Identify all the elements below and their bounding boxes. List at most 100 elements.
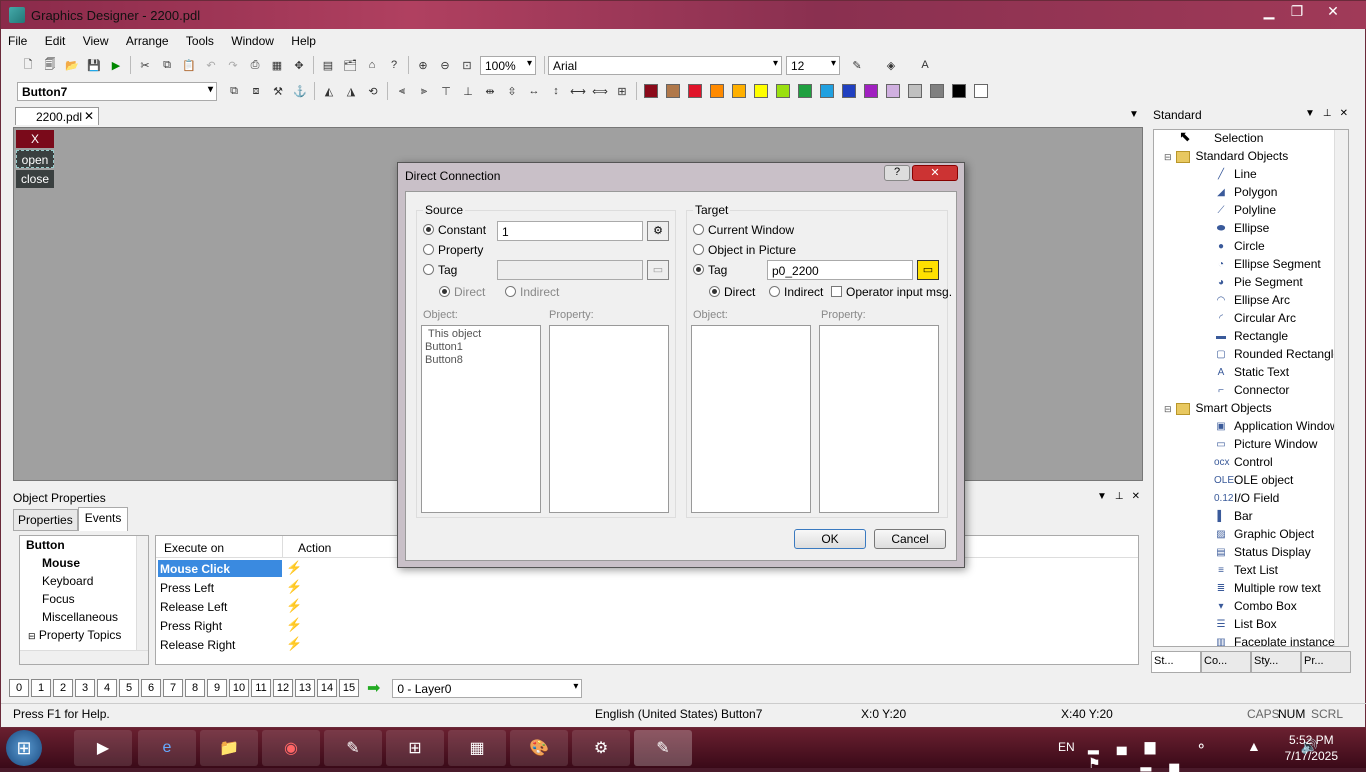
target-object-list[interactable] xyxy=(691,325,811,513)
collapse-icon[interactable]: ⊟ xyxy=(28,631,36,641)
new-icon[interactable]: 🗋 xyxy=(19,56,37,74)
tree-hscrollbar[interactable] xyxy=(20,650,148,664)
source-direct-radio[interactable]: Direct xyxy=(439,285,485,299)
media-player-icon[interactable]: ▶ xyxy=(74,730,132,766)
zoom-combo[interactable]: 100% xyxy=(480,55,536,75)
list-item[interactable]: A Static Text xyxy=(1214,365,1289,383)
list-item[interactable]: ⬬ Ellipse xyxy=(1214,221,1270,239)
font-color-icon[interactable]: A xyxy=(916,56,934,74)
palette-swatch[interactable] xyxy=(952,84,966,98)
cut-icon[interactable]: ✂ xyxy=(136,56,154,74)
dialog-help-button[interactable]: ? xyxy=(884,165,910,181)
snap-icon[interactable]: ✥ xyxy=(290,56,308,74)
dialog-close-button[interactable]: ✕ xyxy=(912,165,958,181)
source-constant-radio[interactable]: Constant xyxy=(423,223,486,237)
palette-swatch[interactable] xyxy=(820,84,834,98)
properties-icon[interactable]: ⌂ xyxy=(363,56,381,74)
align-top-icon[interactable]: ⊤ xyxy=(437,82,455,100)
layer-button[interactable]: 0 xyxy=(9,679,29,697)
close-tab-icon[interactable]: ✕ xyxy=(84,109,94,123)
layer-button[interactable]: 12 xyxy=(273,679,293,697)
list-item[interactable]: Button1 xyxy=(425,341,537,354)
layer-button[interactable]: 3 xyxy=(75,679,95,697)
layer-button[interactable]: 13 xyxy=(295,679,315,697)
tree-keyboard[interactable]: Keyboard xyxy=(42,574,93,588)
menu-help[interactable]: Help xyxy=(284,31,323,51)
tab-pr[interactable]: Pr... xyxy=(1301,651,1351,673)
layer-button[interactable]: 4 xyxy=(97,679,117,697)
list-item[interactable]: ⊟ Smart Objects xyxy=(1164,401,1272,419)
grid-icon[interactable]: ▦ xyxy=(268,56,286,74)
mirror-h-icon[interactable]: ◭ xyxy=(320,82,338,100)
palette-swatch[interactable] xyxy=(842,84,856,98)
font-combo[interactable]: Arial xyxy=(548,55,782,75)
constant-input[interactable]: 1 xyxy=(497,221,643,241)
list-item[interactable]: ◠ Ellipse Arc xyxy=(1214,293,1290,311)
palette-swatch[interactable] xyxy=(754,84,768,98)
wand-icon[interactable]: ⚒ xyxy=(269,82,287,100)
start-button[interactable]: ⊞ xyxy=(6,730,42,766)
constant-browse-button[interactable]: ⚙ xyxy=(647,221,669,241)
align-bottom-icon[interactable]: ⊥ xyxy=(459,82,477,100)
tree-property-topics[interactable]: ⊟ Property Topics xyxy=(28,628,121,642)
object-selector-combo[interactable]: Button7 xyxy=(17,81,217,101)
tab-standard[interactable]: St... xyxy=(1151,651,1201,673)
table-row[interactable]: Press Left ⚡ xyxy=(156,579,1138,597)
source-property-radio[interactable]: Property xyxy=(423,243,483,257)
palette-swatch[interactable] xyxy=(864,84,878,98)
layer-button[interactable]: 7 xyxy=(163,679,183,697)
list-item[interactable]: ▭ Picture Window xyxy=(1214,437,1317,455)
run-icon[interactable]: ▶ xyxy=(107,56,125,74)
action-lightning-icon[interactable]: ⚡ xyxy=(286,598,302,614)
table-row[interactable]: Release Right ⚡ xyxy=(156,636,1138,654)
palette-swatch[interactable] xyxy=(710,84,724,98)
dynamic-wizard-icon[interactable]: ⚓ xyxy=(291,82,309,100)
button-open[interactable]: open xyxy=(16,150,54,168)
space-h-icon[interactable]: ↔ xyxy=(525,82,543,100)
zoom-out-icon[interactable]: ⊖ xyxy=(436,56,454,74)
close-window-button[interactable]: ✕ xyxy=(1319,1,1347,21)
palette-swatch[interactable] xyxy=(732,84,746,98)
menu-arrange[interactable]: Arrange xyxy=(119,31,176,51)
target-indirect-radio[interactable]: Indirect xyxy=(769,285,823,299)
list-item[interactable]: ◢ Polygon xyxy=(1214,185,1277,203)
action-lightning-icon[interactable]: ⚡ xyxy=(286,560,302,576)
zoom-in-icon[interactable]: ⊕ xyxy=(414,56,432,74)
target-object-in-picture-radio[interactable]: Object in Picture xyxy=(693,243,796,257)
target-tag-input[interactable]: p0_2200 xyxy=(767,260,913,280)
tree-mouse[interactable]: Mouse xyxy=(42,556,80,570)
list-item[interactable]: ☰ List Box xyxy=(1214,617,1277,635)
table-row[interactable]: Press Right ⚡ xyxy=(156,617,1138,635)
mirror-v-icon[interactable]: ◮ xyxy=(342,82,360,100)
target-property-list[interactable] xyxy=(819,325,939,513)
list-item[interactable]: OLEOLE object xyxy=(1214,473,1293,491)
expand-icon[interactable]: ⊟ xyxy=(1164,404,1172,414)
layer-button[interactable]: 11 xyxy=(251,679,271,697)
palette-swatch[interactable] xyxy=(974,84,988,98)
ok-button[interactable]: OK xyxy=(794,529,866,549)
table-row[interactable]: Release Left ⚡ xyxy=(156,598,1138,616)
minimize-button[interactable]: ▁ xyxy=(1255,1,1283,21)
group-icon[interactable]: ⧉ xyxy=(225,82,243,100)
same-height-icon[interactable]: ⟺ xyxy=(591,82,609,100)
layer-button[interactable]: 15 xyxy=(339,679,359,697)
tab-controls[interactable]: Co... xyxy=(1201,651,1251,673)
align-left-icon[interactable]: ⫷ xyxy=(393,82,411,100)
list-item[interactable]: ≣ Multiple row text xyxy=(1214,581,1321,599)
layer-button[interactable]: 5 xyxy=(119,679,139,697)
list-item[interactable]: ocx Control xyxy=(1214,455,1273,473)
zoom-fit-icon[interactable]: ⊡ xyxy=(458,56,476,74)
print-icon[interactable]: ⎙ xyxy=(246,56,264,74)
internet-explorer-icon[interactable]: e xyxy=(138,730,196,766)
graphics-designer-task-icon[interactable]: ✎ xyxy=(634,730,692,766)
line-color-icon[interactable]: ✎ xyxy=(848,56,866,74)
list-item[interactable]: This object xyxy=(425,328,537,341)
palette-swatch[interactable] xyxy=(688,84,702,98)
copy-icon[interactable]: ⧉ xyxy=(158,56,176,74)
layer-button[interactable]: 1 xyxy=(31,679,51,697)
action-lightning-icon[interactable]: ⚡ xyxy=(286,579,302,595)
list-item[interactable]: ≡ Text List xyxy=(1214,563,1278,581)
list-item[interactable]: ▾ Combo Box xyxy=(1214,599,1296,617)
palette-swatch[interactable] xyxy=(908,84,922,98)
menu-view[interactable]: View xyxy=(76,31,116,51)
